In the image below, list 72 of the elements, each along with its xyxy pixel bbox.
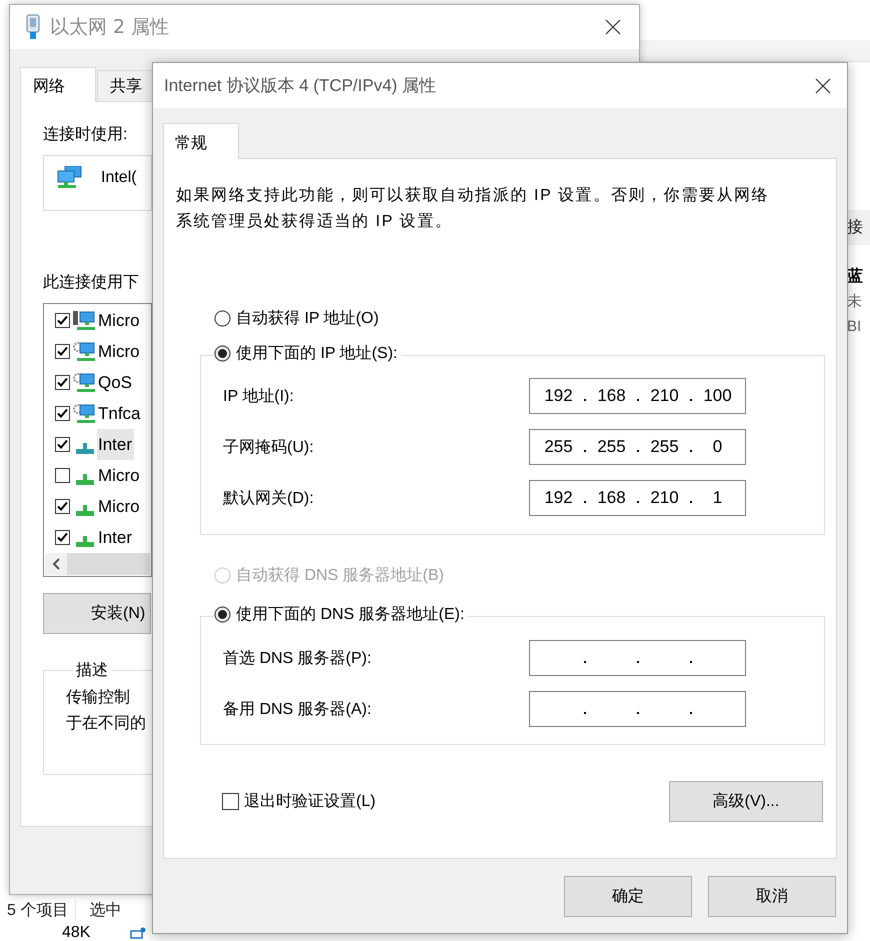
monitor-gear-icon <box>73 372 97 394</box>
window-title: 以太网 2 属性 <box>50 15 170 40</box>
network-adapter-icon <box>57 166 83 190</box>
adapter-name: Intel( <box>101 169 137 187</box>
radio-label[interactable]: 使用下面的 DNS 服务器地址(E): <box>236 604 464 625</box>
intro-text: 如果网络支持此功能，则可以获取自动指派的 IP 设置。否则，你需要从网络系统管理员处获得适当的 IP 设置。 <box>176 186 770 232</box>
radio-button[interactable] <box>214 310 231 327</box>
field-label: 备用 DNS 服务器(A): <box>223 700 372 720</box>
checkbox[interactable] <box>222 793 239 810</box>
checkbox[interactable] <box>55 468 70 483</box>
item-detail: BI <box>847 317 862 337</box>
field-label: IP 地址(I): <box>223 386 295 406</box>
component-item[interactable]: Micro <box>97 460 142 491</box>
close-icon[interactable] <box>815 78 831 94</box>
file-size: 48K <box>62 924 90 941</box>
field-label: 首选 DNS 服务器(P): <box>223 648 372 668</box>
tab[interactable]: 网络 <box>20 67 96 102</box>
radio-label[interactable]: 使用下面的 IP 地址(S): <box>236 343 398 364</box>
network-icon <box>76 536 94 547</box>
cancel-button[interactable]: 取消 <box>708 876 836 917</box>
dialog-title: Internet 协议版本 4 (TCP/IPv4) 属性 <box>164 75 438 97</box>
tab[interactable]: 共享 <box>97 70 155 101</box>
status-text: 选中 <box>75 900 128 920</box>
scrollbar[interactable] <box>45 553 150 575</box>
field-label: 默认网关(D): <box>223 488 315 508</box>
field-label: 子网掩码(U): <box>223 438 315 458</box>
description-text: 传输控制 <box>66 688 130 708</box>
component-item[interactable]: Tnfca <box>97 398 143 429</box>
component-item[interactable]: Micro <box>97 491 142 522</box>
description-text: 于在不同的 <box>66 714 146 734</box>
component-item[interactable]: Micro <box>97 305 142 336</box>
ip-address-field[interactable]: 192 168 210 100 <box>529 378 746 414</box>
radio-button[interactable] <box>214 345 231 362</box>
tab[interactable]: 常规 <box>163 123 239 159</box>
radio-label[interactable]: 自动获得 IP 地址(O) <box>236 308 379 329</box>
network-icon <box>76 505 94 516</box>
ip-address-field[interactable]: 192 168 210 1 <box>529 480 746 516</box>
checkbox[interactable] <box>55 313 70 328</box>
component-item[interactable]: Inter <box>97 429 134 460</box>
component-item[interactable]: Micro <box>97 336 142 367</box>
component-item[interactable]: QoS <box>97 367 134 398</box>
item-detail: 未 <box>847 292 863 312</box>
checkbox[interactable] <box>55 375 70 390</box>
close-icon[interactable] <box>605 19 621 35</box>
ethernet-icon <box>26 14 40 40</box>
install-button[interactable]: 安装(N) <box>43 593 151 634</box>
checkbox[interactable] <box>55 344 70 359</box>
ip-address-field[interactable]: 255 255 255 0 <box>529 429 746 465</box>
checkbox[interactable] <box>55 499 70 514</box>
computer-icon <box>73 310 97 332</box>
column-header[interactable]: 接 <box>847 210 870 245</box>
item-name: 蓝 <box>847 266 864 287</box>
checkbox[interactable] <box>55 406 70 421</box>
checkbox-label[interactable]: 退出时验证设置(L) <box>244 791 376 812</box>
view-icon[interactable] <box>130 926 146 938</box>
scroll-left-icon[interactable] <box>52 558 60 570</box>
ok-button[interactable]: 确定 <box>564 876 692 917</box>
ip-address-field[interactable] <box>529 691 746 727</box>
checkbox[interactable] <box>55 437 70 452</box>
monitor-gear-icon <box>73 402 97 424</box>
component-item[interactable]: Inter <box>97 522 134 553</box>
network-icon <box>76 474 94 485</box>
field-label: 连接时使用: <box>43 124 128 145</box>
advanced-button[interactable]: 高级(V)... <box>669 781 823 822</box>
checkbox[interactable] <box>55 530 70 545</box>
field-label: 此连接使用下 <box>43 272 139 293</box>
radio-button[interactable] <box>214 606 231 623</box>
ip-address-field[interactable] <box>529 640 746 676</box>
group-title: 描述 <box>75 660 109 681</box>
status-text: 5 个项目 <box>6 900 70 920</box>
network-icon <box>76 443 94 454</box>
monitor-gear-icon <box>73 340 97 362</box>
